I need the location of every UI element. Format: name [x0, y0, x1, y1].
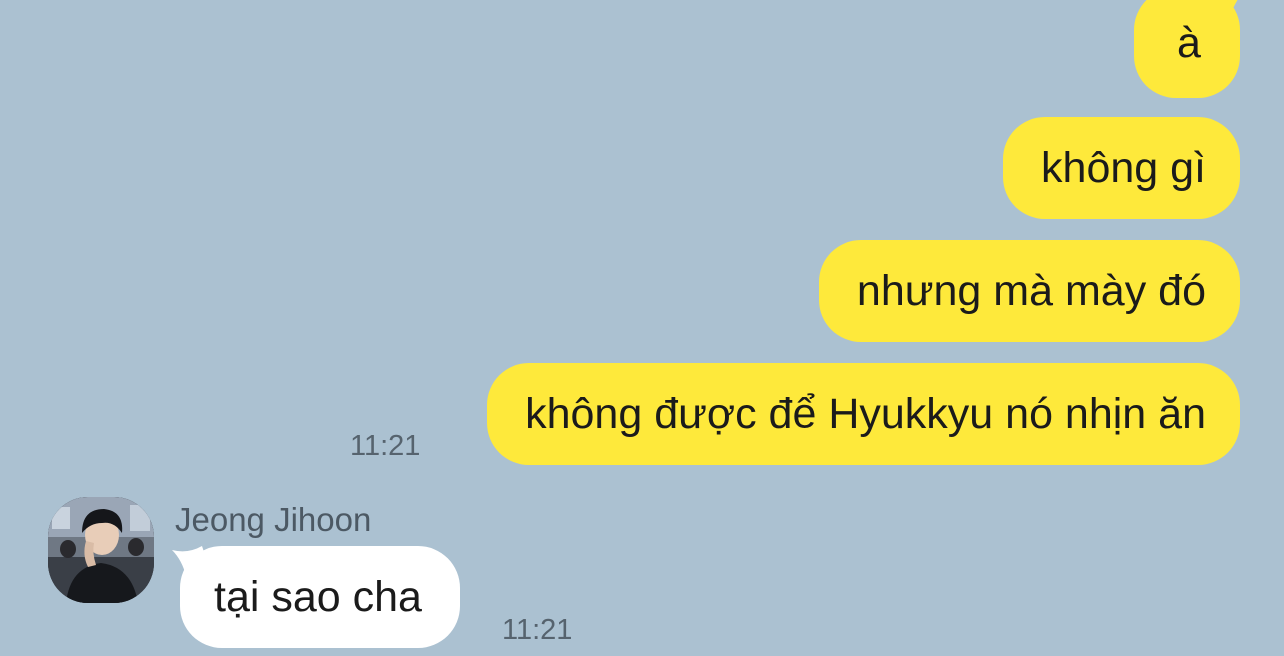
incoming-message[interactable]: tại sao cha [180, 546, 460, 648]
message-text: tại sao cha [214, 572, 422, 621]
message-text: à [1177, 18, 1201, 67]
chat-message-area: à không gì nhưng mà mày đó không được để… [0, 0, 1284, 656]
outgoing-message[interactable]: à [1134, 0, 1240, 98]
outgoing-message[interactable]: nhưng mà mày đó [818, 240, 1240, 342]
avatar[interactable] [48, 497, 154, 603]
outgoing-message[interactable]: không gì [1003, 117, 1240, 219]
profile-photo-icon [48, 497, 154, 603]
message-text: không được để Hyukkyu nó nhịn ăn [525, 389, 1206, 438]
sender-name: Jeong Jihoon [175, 501, 372, 538]
message-text: không gì [1041, 143, 1206, 192]
message-timestamp: 11:21 [502, 614, 573, 646]
message-timestamp: 11:21 [350, 430, 421, 462]
outgoing-message[interactable]: không được để Hyukkyu nó nhịn ăn [487, 363, 1240, 465]
message-text: nhưng mà mày đó [856, 266, 1206, 315]
